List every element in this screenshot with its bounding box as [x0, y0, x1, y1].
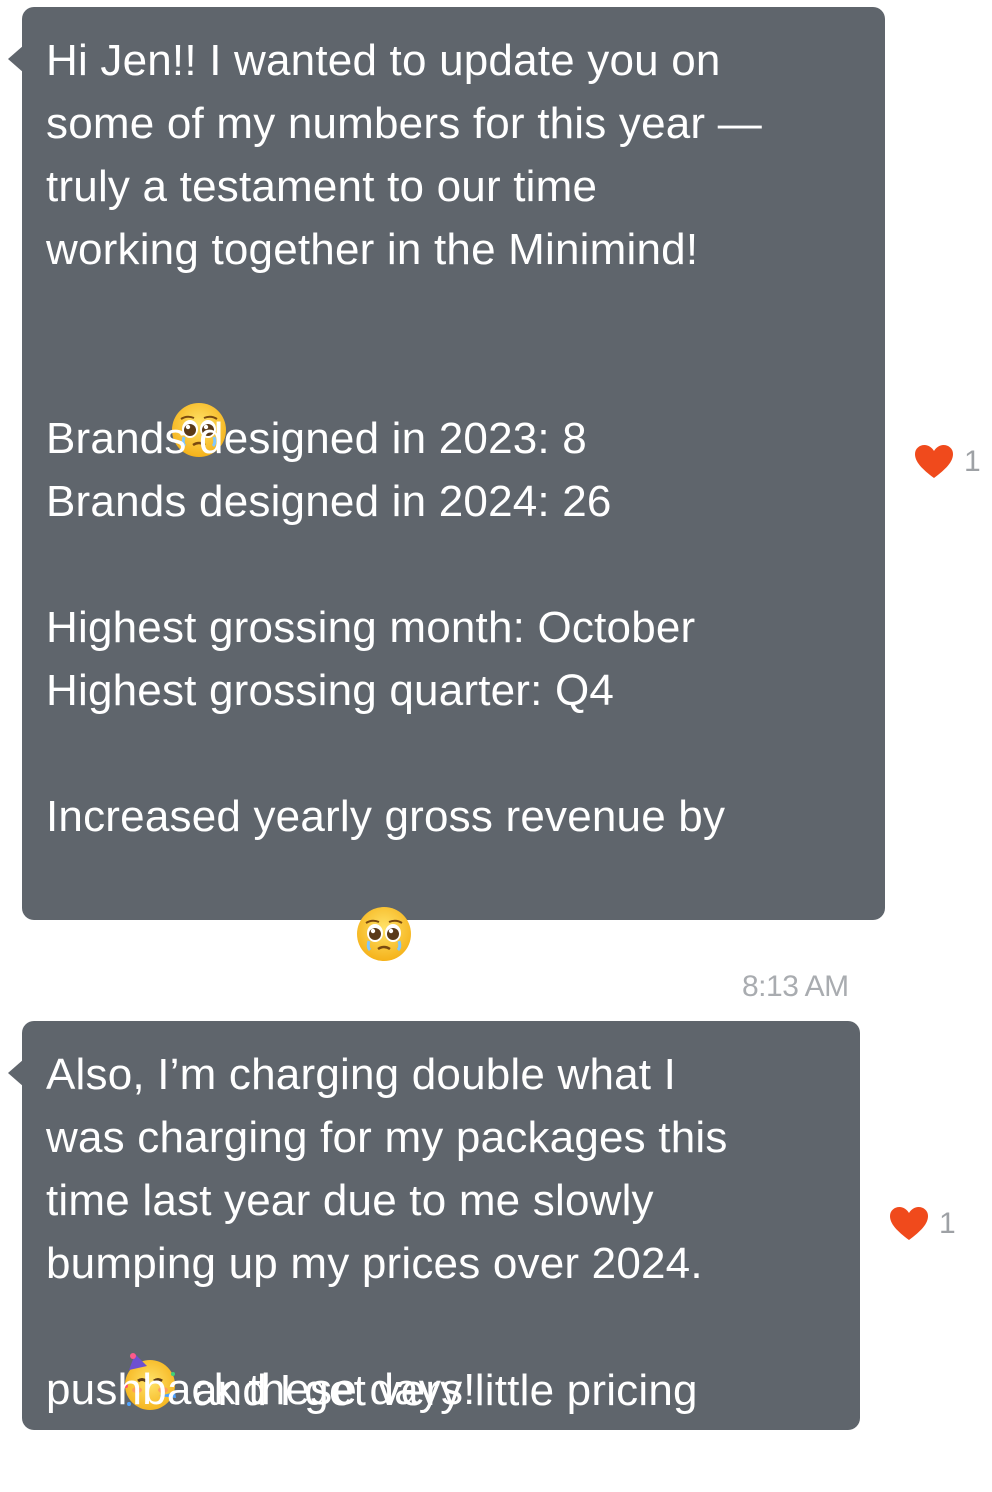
- message-line-with-emoji: and I get very little pricing: [46, 1295, 836, 1415]
- message-bubble-1[interactable]: Hi Jen!! I wanted to update you on some …: [8, 7, 885, 967]
- pleading-face-emoji-icon: [281, 842, 414, 1043]
- message-line: time last year due to me slowly: [46, 1176, 654, 1225]
- message-line-with-emoji: $21,552.84: [46, 848, 861, 967]
- reaction-1[interactable]: 1: [914, 444, 981, 480]
- message-line: Hi Jen!! I wanted to update you on: [46, 36, 721, 85]
- message-line: some of my numbers for this year —: [46, 99, 762, 148]
- message-bubble-2[interactable]: Also, I’m charging double what I was cha…: [8, 1021, 860, 1430]
- message-line: working together in the Minimind!: [46, 225, 699, 274]
- message-line: bumping up my prices over 2024.: [46, 1239, 703, 1288]
- message-line: [46, 533, 861, 596]
- message-timestamp: 8:13 AM: [742, 970, 849, 1003]
- message-line: Brands designed in 2024: 26: [46, 477, 612, 526]
- heart-icon: [889, 1206, 929, 1242]
- reaction-count: 1: [964, 445, 981, 478]
- emoji-line: [46, 281, 861, 457]
- message-line: Also, I’m charging double what I: [46, 1050, 677, 1099]
- reaction-count: 1: [939, 1207, 956, 1240]
- message-line: was charging for my packages this: [46, 1113, 728, 1162]
- message-line: Increased yearly gross revenue by: [46, 792, 726, 841]
- message-line: Brands designed in 2023: 8: [46, 414, 587, 463]
- message-line: pushback these days!: [46, 1365, 476, 1414]
- reaction-2[interactable]: 1: [889, 1206, 956, 1242]
- heart-icon: [914, 444, 954, 480]
- revenue-amount: $21,552.84: [46, 918, 281, 968]
- bubble-tail: [8, 45, 24, 73]
- message-line: Highest grossing month: October: [46, 603, 696, 652]
- message-line: truly a testament to our time: [46, 162, 598, 211]
- message-line: [46, 722, 861, 785]
- bubble-tail: [8, 1059, 24, 1087]
- message-line: Highest grossing quarter: Q4: [46, 666, 615, 715]
